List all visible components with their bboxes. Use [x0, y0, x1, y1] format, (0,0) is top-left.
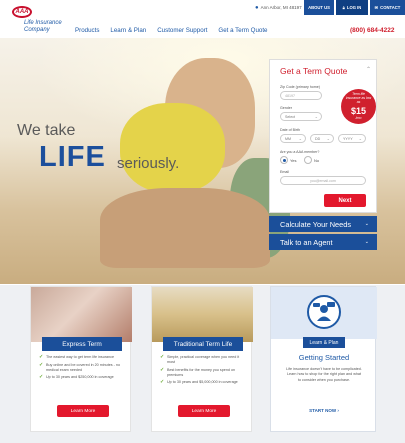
- express-term-card: Express Term ✓ The easiest way to get ter…: [30, 286, 132, 432]
- member-no-radio[interactable]: [304, 156, 312, 164]
- dob-year-select[interactable]: YYYY ⌄: [338, 134, 366, 143]
- about-us-button[interactable]: ABOUT US: [304, 0, 334, 15]
- log-in-button[interactable]: 🔒︎ LOG IN: [336, 0, 368, 15]
- aaa-logo-mark: AAA: [12, 6, 32, 18]
- check-icon: ✓: [160, 379, 165, 385]
- start-now-label: START NOW: [309, 408, 337, 413]
- hero-tagline-3: seriously.: [117, 155, 180, 172]
- traditional-learn-more-button[interactable]: Learn More: [178, 405, 230, 417]
- zip-input[interactable]: 48197: [280, 91, 322, 100]
- nav-learn-plan[interactable]: Learn & Plan: [110, 27, 146, 34]
- mother-baby-photo: [31, 287, 132, 342]
- aaa-logo[interactable]: AAA Life Insurance Company: [8, 6, 62, 40]
- start-now-link[interactable]: START NOW ›: [271, 408, 377, 413]
- express-term-benefits: ✓ The easiest way to get term life insura…: [39, 355, 127, 383]
- traditional-term-card: Traditional Term Life ✓ Simple, practical…: [151, 286, 253, 432]
- chevron-up-icon[interactable]: ⌃: [366, 66, 371, 73]
- logo-line1: Life Insurance: [24, 20, 62, 26]
- gender-label: Gender: [280, 106, 292, 110]
- check-icon: ✓: [39, 361, 44, 368]
- dob-year-value: YYYY: [343, 136, 353, 141]
- list-item: ✓ Buy online and be covered in 20 minutes…: [39, 361, 121, 372]
- member-yes-label: Yes: [290, 158, 297, 163]
- talk-agent-label: Talk to an Agent: [280, 237, 333, 247]
- hero-tagline-2: LIFE: [39, 141, 106, 173]
- email-input[interactable]: you@email.com: [280, 176, 366, 185]
- chevron-down-icon: ⌄: [326, 136, 330, 141]
- about-us-label: ABOUT US: [308, 5, 330, 10]
- nav-term-quote[interactable]: Get a Term Quote: [218, 27, 267, 34]
- contact-button[interactable]: ✉ CONTACT: [370, 0, 405, 15]
- chevron-down-icon: ⌄: [358, 136, 362, 141]
- talk-agent-tab[interactable]: Talk to an Agent ⌄: [269, 234, 377, 250]
- dob-day-value: DD: [315, 136, 321, 141]
- gender-value: Select: [285, 114, 295, 119]
- traditional-term-benefits: ✓ Simple, practical coverage when you nee…: [160, 355, 248, 388]
- dob-day-select[interactable]: DD ⌄: [310, 134, 334, 143]
- next-button[interactable]: Next: [324, 194, 366, 207]
- list-item: ✓ The easiest way to get term life insura…: [39, 354, 115, 360]
- calculate-needs-label: Calculate Your Needs: [280, 219, 352, 229]
- member-label: Are you a AAA member?: [280, 150, 320, 154]
- hero-photo-adult-crawling: [100, 188, 270, 268]
- member-no-label: No: [314, 158, 320, 163]
- chevron-down-icon: ⌄: [314, 114, 318, 119]
- quote-title: Get a Term Quote: [280, 66, 348, 76]
- getting-started-card: Learn & Plan Getting Started Life insura…: [270, 286, 377, 432]
- person-chat-icon: [307, 295, 341, 329]
- badge-unit: /mo: [355, 116, 362, 120]
- learn-plan-tag: Learn & Plan: [303, 337, 345, 348]
- express-term-title: Express Term: [42, 337, 122, 351]
- child-field-photo: [152, 287, 253, 342]
- check-icon: ✓: [39, 374, 44, 380]
- logo-line2: Company: [24, 27, 50, 33]
- check-icon: ✓: [160, 366, 165, 373]
- member-yes-radio[interactable]: [280, 156, 288, 164]
- location-text: Ann Arbor, MI 48197: [260, 5, 302, 10]
- list-item: ✓ Up to 30 years and $250,000 in coverage: [39, 374, 114, 380]
- location-pin-icon: ●: [255, 4, 259, 11]
- express-learn-more-button[interactable]: Learn More: [57, 405, 109, 417]
- list-item: ✓ Simple, practical coverage when you nee…: [160, 354, 240, 365]
- list-item: ✓ Up to 30 years and $5,000,000 in covera…: [160, 379, 238, 385]
- nav-products[interactable]: Products: [75, 27, 99, 34]
- getting-started-desc: Life insurance doesn't have to be compli…: [286, 367, 362, 382]
- hero-photo-child-yellow: [120, 103, 225, 193]
- lock-icon: 🔒︎: [342, 5, 345, 10]
- chevron-right-icon: ›: [337, 408, 339, 413]
- traditional-term-title: Traditional Term Life: [163, 337, 243, 351]
- phone-number[interactable]: (800) 684-4222: [350, 27, 394, 34]
- dob-month-value: MM: [285, 136, 291, 141]
- hero-tagline-1: We take: [17, 122, 76, 139]
- dob-month-select[interactable]: MM ⌄: [280, 134, 306, 143]
- list-item: ✓ Best benefits for the money you spend o…: [160, 366, 236, 377]
- badge-text: Term life insurance as low as: [345, 92, 372, 104]
- price-badge: Term life insurance as low as $15 /mo: [341, 89, 376, 124]
- term-quote-form: Get a Term Quote ⌃ Zip Code (primary hom…: [269, 59, 377, 213]
- contact-label: CONTACT: [380, 5, 401, 10]
- envelope-icon: ✉: [374, 5, 379, 10]
- email-label: Email: [280, 170, 289, 174]
- location-link[interactable]: ● Ann Arbor, MI 48197: [255, 0, 302, 15]
- utility-bar: ● Ann Arbor, MI 48197 ABOUT US 🔒︎ LOG IN …: [0, 0, 405, 15]
- main-nav: Products Learn & Plan Customer Support G…: [75, 27, 279, 34]
- calculate-needs-tab[interactable]: Calculate Your Needs ⌄: [269, 216, 377, 232]
- gender-select[interactable]: Select ⌄: [280, 112, 322, 121]
- getting-started-title: Getting Started: [298, 353, 350, 362]
- badge-price: $15: [350, 106, 367, 116]
- chevron-down-icon: ⌄: [364, 239, 369, 245]
- chevron-down-icon: ⌄: [298, 136, 302, 141]
- nav-customer-support[interactable]: Customer Support: [157, 27, 207, 34]
- check-icon: ✓: [160, 354, 165, 360]
- log-in-label: LOG IN: [346, 5, 362, 10]
- zip-label: Zip Code (primary home): [280, 85, 320, 89]
- dob-label: Date of Birth: [280, 128, 300, 132]
- check-icon: ✓: [39, 354, 44, 360]
- chevron-down-icon: ⌄: [364, 221, 369, 227]
